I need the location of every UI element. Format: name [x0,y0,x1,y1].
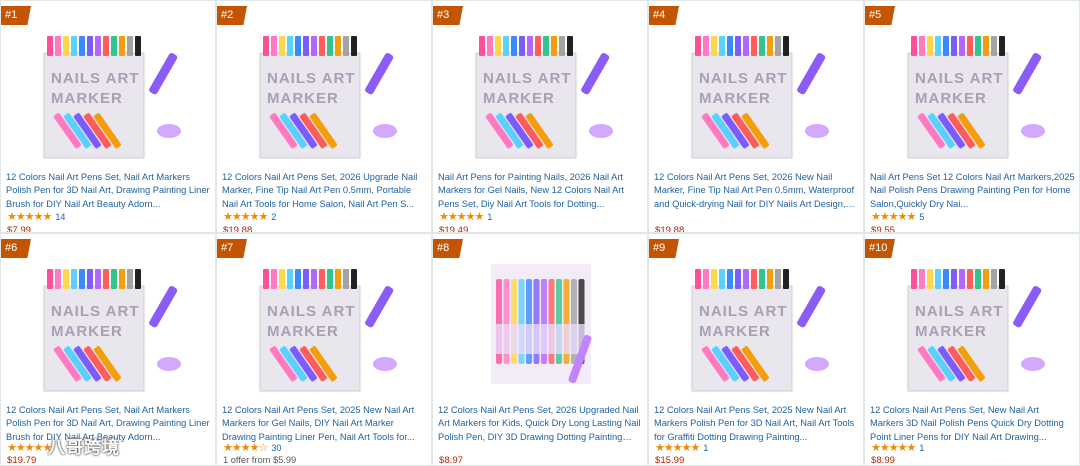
svg-text:NAILS ART: NAILS ART [915,70,1003,87]
svg-text:NAILS ART: NAILS ART [699,303,787,320]
rating[interactable]: ★★★★★ 1 [871,442,924,454]
product-card[interactable]: #9 NAILS ART MARKER 12 Colors Nail Art Pens… [648,233,864,466]
product-title-link[interactable]: 12 Colors Nail Art Pens Set, 2026 Upgrad… [438,404,643,444]
star-rating-icon: ★★★★★ [223,211,268,223]
svg-text:NAILS ART: NAILS ART [51,303,139,320]
rating[interactable]: ★★★★☆ 30 [223,442,281,454]
rank-badge: #3 [433,6,463,25]
rank-badge: #9 [649,239,679,258]
product-grid: #1 NAILS ART MARKER 12 Colors Nail Art Pens… [0,0,1080,466]
star-rating-icon: ★★★★★ [871,442,916,454]
price: $15.99 [655,455,685,466]
rank-badge: #7 [217,239,247,258]
price: $8.99 [871,455,896,466]
review-count-link[interactable]: 30 [271,443,281,453]
rank-badge: #8 [433,239,463,258]
review-count-link[interactable]: 2 [271,212,276,222]
svg-text:NAILS ART: NAILS ART [267,70,355,87]
offer-link[interactable]: 1 offer from $5.99 [223,455,296,465]
product-image[interactable]: NAILS ART MARKER [19,31,199,161]
star-rating-icon: ★★★★★ [655,442,700,454]
price: $19.88 [655,225,685,233]
product-card[interactable]: #4 NAILS ART MARKER 12 Colors Nail Art Pens… [648,0,864,233]
rank-badge: #5 [865,6,895,25]
product-title-link[interactable]: 12 Colors Nail Art Pens Set, 2025 New Na… [222,404,427,444]
product-title-link[interactable]: 12 Colors Nail Art Pens Set, 2026 New Na… [654,171,859,211]
star-rating-icon: ★★★★★ [439,211,484,223]
review-count-link[interactable]: 14 [55,212,65,222]
svg-text:NAILS ART: NAILS ART [483,70,571,87]
product-title-link[interactable]: 12 Colors Nail Art Pens Set, New Nail Ar… [870,404,1075,444]
product-card[interactable]: #2 NAILS ART MARKER 12 Colors Nail Art Pens… [216,0,432,233]
svg-text:MARKER: MARKER [699,90,771,107]
product-image[interactable]: NAILS ART MARKER [235,264,415,394]
price: $19.79 [7,455,37,466]
product-card[interactable]: #8 12 Colors Nail Art Pens Set, 2026 Upgr… [432,233,648,466]
product-card[interactable]: #5 NAILS ART MARKER Nail Art Pens Set 12 Co… [864,0,1080,233]
svg-text:NAILS ART: NAILS ART [699,70,787,87]
product-card[interactable]: #10 NAILS ART MARKER 12 Colors Nail Art Pen… [864,233,1080,466]
product-title-link[interactable]: 12 Colors Nail Art Pens Set, 2026 Upgrad… [222,171,427,211]
star-rating-icon: ★★★★★ [7,442,52,454]
rating[interactable]: ★★★★★ 2 [223,211,276,223]
review-count-link[interactable]: 1 [919,443,924,453]
price: $7.99 [7,225,32,233]
rank-badge: #10 [865,239,895,258]
product-image[interactable]: NAILS ART MARKER [667,31,847,161]
price: $8.97 [439,455,464,466]
review-count-link[interactable]: 1 [487,212,492,222]
product-title-link[interactable]: Nail Art Pens Set 12 Colors Nail Art Mar… [870,171,1075,211]
product-title-link[interactable]: 12 Colors Nail Art Pens Set, Nail Art Ma… [6,171,211,211]
product-image[interactable]: NAILS ART MARKER [235,31,415,161]
svg-text:NAILS ART: NAILS ART [51,70,139,87]
product-card[interactable]: #6 NAILS ART MARKER 12 Colors Nail Art Pens… [0,233,216,466]
rank-badge: #4 [649,6,679,25]
watermark: 八哥跨境 [48,438,120,457]
rating[interactable]: ★★★★★ 14 [7,211,65,223]
product-card[interactable]: #7 NAILS ART MARKER 12 Colors Nail Art Pens… [216,233,432,466]
rating[interactable]: ★★★★★ 5 [871,211,924,223]
review-count-link[interactable]: 1 [703,443,708,453]
product-image[interactable]: NAILS ART MARKER [19,264,199,394]
price: $19.49 [439,225,469,233]
svg-text:MARKER: MARKER [267,90,339,107]
svg-text:MARKER: MARKER [699,323,771,340]
svg-text:NAILS ART: NAILS ART [267,303,355,320]
svg-text:MARKER: MARKER [51,90,123,107]
rank-badge: #1 [1,6,31,25]
price: $19.88 [223,225,253,233]
product-title-link[interactable]: 12 Colors Nail Art Pens Set, 2025 New Na… [654,404,859,444]
star-rating-icon: ★★★★☆ [223,442,268,454]
rank-badge: #2 [217,6,247,25]
product-image[interactable]: NAILS ART MARKER [667,264,847,394]
star-rating-icon: ★★★★★ [871,211,916,223]
price: $9.55 [871,225,896,233]
product-title-link[interactable]: Nail Art Pens for Painting Nails, 2026 N… [438,171,643,211]
review-count-link[interactable]: 5 [919,212,924,222]
star-rating-icon: ★★★★★ [7,211,52,223]
product-image[interactable]: NAILS ART MARKER [883,264,1063,394]
svg-text:MARKER: MARKER [483,90,555,107]
product-card[interactable]: #3 NAILS ART MARKER Nail Art Pens for Paint… [432,0,648,233]
svg-text:MARKER: MARKER [51,323,123,340]
rank-badge: #6 [1,239,31,258]
product-image[interactable]: NAILS ART MARKER [883,31,1063,161]
svg-text:MARKER: MARKER [915,90,987,107]
svg-text:NAILS ART: NAILS ART [915,303,1003,320]
rating[interactable]: ★★★★★ 1 [655,442,708,454]
product-image[interactable] [451,264,631,394]
svg-text:MARKER: MARKER [267,323,339,340]
rating[interactable]: ★★★★★ [7,442,52,454]
rating[interactable]: ★★★★★ 1 [439,211,492,223]
svg-text:MARKER: MARKER [915,323,987,340]
product-image[interactable]: NAILS ART MARKER [451,31,631,161]
product-card[interactable]: #1 NAILS ART MARKER 12 Colors Nail Art Pens… [0,0,216,233]
